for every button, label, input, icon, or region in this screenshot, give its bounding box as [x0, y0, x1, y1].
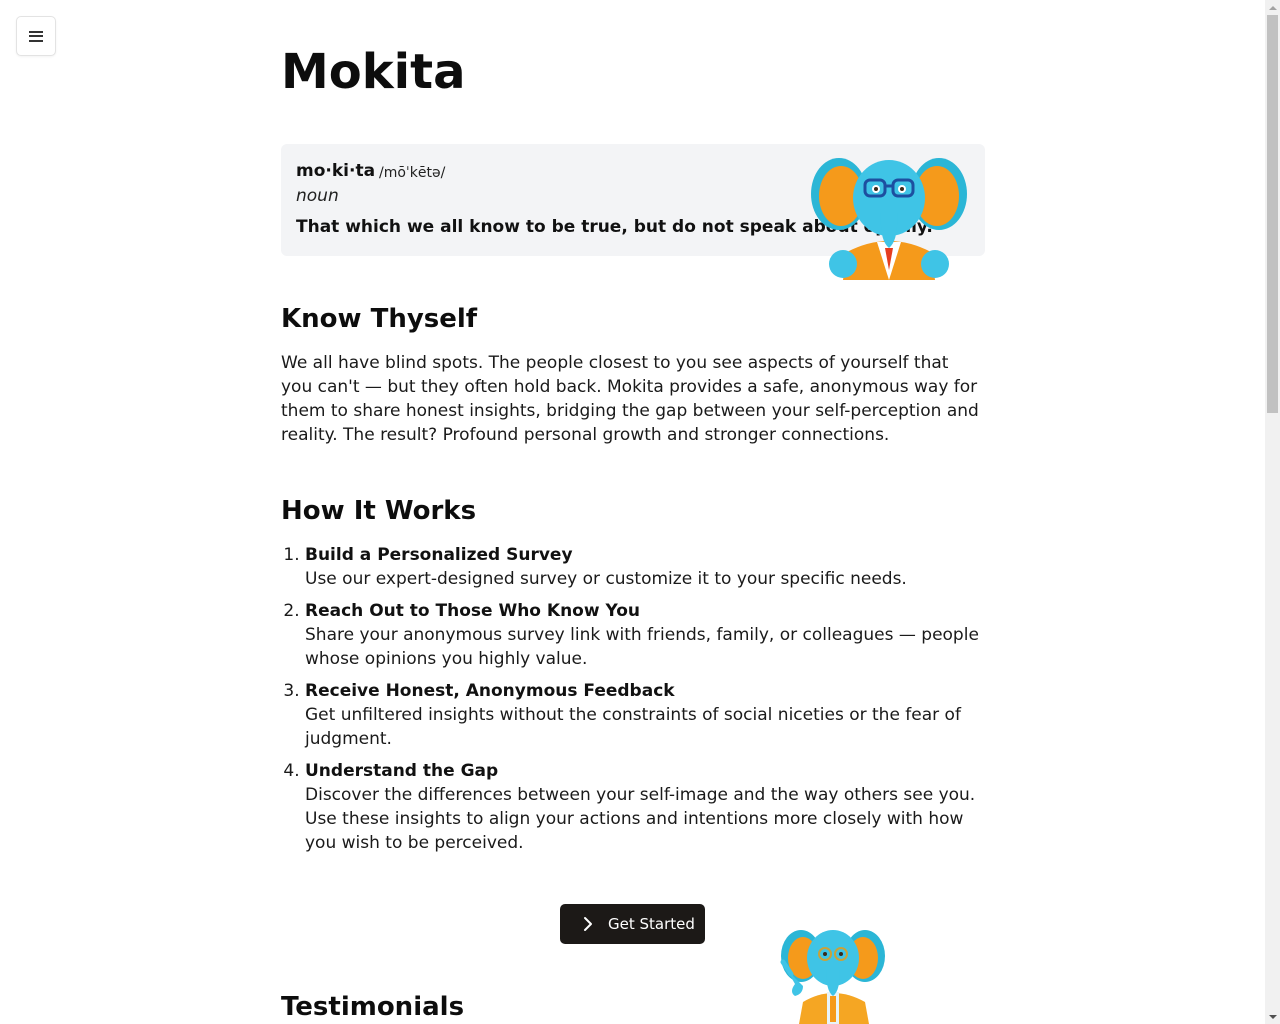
step-title: Build a Personalized Survey	[305, 545, 573, 565]
step-description: Share your anonymous survey link with fr…	[305, 625, 979, 669]
steps-list: Build a Personalized Survey Use our expe…	[281, 543, 985, 863]
definition-word: mo·ki·ta	[296, 161, 376, 181]
step-item: Build a Personalized Survey Use our expe…	[305, 543, 985, 591]
step-description: Discover the differences between your se…	[305, 785, 976, 853]
scroll-up-button[interactable]	[1265, 0, 1280, 15]
know-thyself-heading: Know Thyself	[281, 304, 478, 334]
step-title: Reach Out to Those Who Know You	[305, 601, 641, 621]
testimonials-heading: Testimonials	[281, 992, 465, 1022]
step-title: Receive Honest, Anonymous Feedback	[305, 681, 675, 701]
page-title: Mokita	[281, 44, 466, 100]
elephant-mascot-pointing-icon	[780, 930, 885, 1024]
step-description: Get unfiltered insights without the cons…	[305, 705, 961, 749]
chevron-right-icon	[584, 917, 592, 931]
definition-part-of-speech: noun	[296, 186, 339, 206]
arrow-down-icon	[1268, 1014, 1277, 1019]
how-it-works-heading: How It Works	[281, 496, 477, 526]
definition-pronunciation: /mōˈkētə/	[379, 165, 446, 181]
get-started-label: Get Started	[608, 915, 695, 933]
step-item: Understand the Gap Discover the differen…	[305, 759, 985, 855]
hamburger-menu-icon	[29, 30, 43, 42]
step-item: Reach Out to Those Who Know You Share yo…	[305, 599, 985, 671]
get-started-button[interactable]: Get Started	[560, 904, 705, 944]
elephant-mascot-icon	[811, 158, 967, 280]
step-description: Use our expert-designed survey or custom…	[305, 569, 907, 589]
definition-card: mo·ki·ta /mōˈkētə/ noun That which we al…	[281, 144, 985, 280]
menu-button[interactable]	[16, 16, 56, 56]
know-thyself-text: We all have blind spots. The people clos…	[281, 353, 979, 445]
step-title: Understand the Gap	[305, 761, 499, 781]
vertical-scrollbar[interactable]	[1265, 0, 1280, 1024]
arrow-up-icon	[1268, 5, 1277, 10]
scroll-down-button[interactable]	[1265, 1009, 1280, 1024]
step-item: Receive Honest, Anonymous Feedback Get u…	[305, 679, 985, 751]
scrollbar-thumb[interactable]	[1267, 15, 1278, 413]
